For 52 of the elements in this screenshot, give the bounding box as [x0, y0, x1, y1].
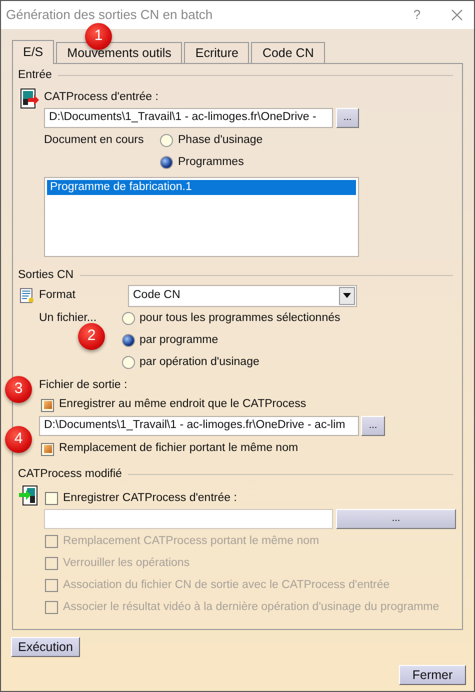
close-icon [451, 9, 463, 21]
section-title: Sorties CN [18, 268, 74, 282]
radio-button[interactable] [122, 356, 135, 370]
radio-label: Programmes [178, 154, 244, 170]
radio-button[interactable] [160, 156, 173, 169]
radio-button[interactable] [160, 134, 173, 147]
close-dialog-button[interactable]: Fermer [399, 665, 466, 685]
checkbox-label: Enregistrer au même endroit que le CATProcess [59, 397, 306, 412]
dropdown-value: Code CN [133, 288, 182, 304]
radio-button[interactable] [122, 334, 135, 348]
step-badge: 4 [5, 426, 32, 453]
field-label: Format [39, 288, 76, 304]
section-title: CATProcess modifié [18, 467, 122, 482]
checkbox[interactable] [41, 398, 54, 412]
tab[interactable]: Ecriture [184, 42, 250, 63]
checkbox[interactable] [45, 492, 58, 505]
radio-button[interactable] [122, 312, 135, 326]
list-item[interactable]: Programme de fabrication.1 [47, 180, 356, 194]
tab[interactable]: Mouvements outils [56, 42, 182, 63]
path-field[interactable]: D:\Documents\1_Travail\1 - ac-limoges.fr\OneDrive - [44, 108, 333, 128]
path-field[interactable]: D:\Documents\1_Travail\1 - ac-limoges.fr\OneDrive - ac-lim [39, 416, 359, 436]
checkbox-label: Enregistrer CATProcess d'entrée : [63, 490, 237, 506]
section-title: Entrée [18, 68, 52, 83]
document-icon [18, 286, 36, 305]
field-label: CATProcess d'entrée : [44, 90, 160, 106]
step-badge: 3 [5, 376, 32, 403]
checkbox-label: Association du fichier CN de sortie avec le CATProcess d'entrée [63, 578, 390, 593]
document-arrow-icon [18, 485, 40, 508]
field-label: Fichier de sortie : [39, 378, 128, 393]
checkbox-label: Remplacement de fichier portant le même nom [59, 441, 298, 456]
checkbox-label: Verrouiller les opérations [63, 556, 190, 571]
document-arrow-icon [18, 88, 40, 110]
radio-label: par opération d'usinage [140, 355, 260, 370]
radio-label: pour tous les programmes sélectionnés [140, 311, 340, 326]
browse-button[interactable]: ... [336, 509, 456, 530]
radio-label: Phase d'usinage [178, 132, 263, 148]
checkbox-label: Remplacement CATProcess portant le même nom [63, 534, 320, 549]
browse-button[interactable]: ... [336, 108, 359, 128]
format-dropdown[interactable]: Code CN [128, 284, 357, 307]
radio-label: par programme [140, 333, 218, 348]
caret-icon [339, 286, 355, 305]
field-label: Document en cours [44, 132, 145, 148]
window-title: Génération des sorties CN en batch [6, 6, 213, 24]
run-button[interactable]: Exécution [11, 637, 80, 657]
tab[interactable]: E/S [12, 40, 54, 64]
field-label: Un fichier... [39, 310, 97, 326]
help-button[interactable]: ? [405, 5, 429, 25]
checkbox[interactable] [41, 442, 54, 456]
tab[interactable]: Code CN [251, 42, 325, 63]
browse-button[interactable]: ... [361, 416, 385, 436]
path-field[interactable] [44, 509, 333, 530]
checkbox-label: Associer le résultat vidéo à la dernière opération d'usinage du programme [63, 600, 440, 615]
